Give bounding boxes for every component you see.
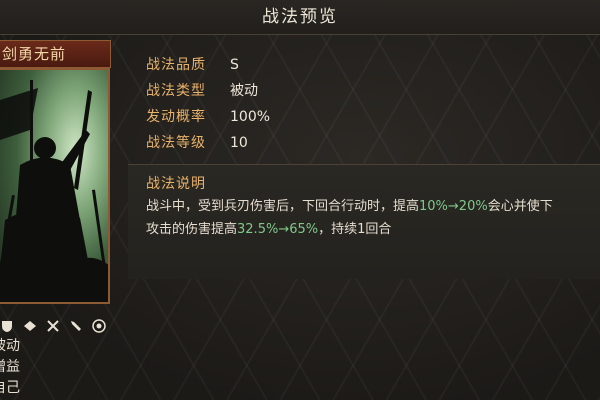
description-text: 战斗中，受到兵刃伤害后，下回合行动时，提高10%→20%会心并使下 攻击的伤害提… bbox=[146, 195, 600, 241]
skill-card-art bbox=[0, 68, 110, 304]
stat-value: S bbox=[230, 57, 239, 73]
description-text-segment: 攻击的伤害提高 bbox=[146, 222, 238, 237]
stat-row-probability: 发动概率 100% bbox=[130, 104, 590, 130]
stat-row-quality: 战法品质 S bbox=[130, 52, 590, 78]
stat-row-level: 战法等级 10 bbox=[130, 130, 590, 156]
description-heading: 战法说明 bbox=[146, 176, 206, 192]
description-text-segment: ，持续1回合 bbox=[318, 222, 392, 237]
arrow-icon bbox=[23, 319, 37, 333]
card-info-target: 自己 bbox=[0, 380, 20, 396]
description-line: 攻击的伤害提高32.5%→65%，持续1回合 bbox=[146, 218, 600, 241]
stat-value: 100% bbox=[230, 109, 271, 125]
stat-value: 被动 bbox=[230, 83, 258, 99]
description-panel: 战法说明 战斗中，受到兵刃伤害后，下回合行动时，提高10%→20%会心并使下 攻… bbox=[128, 164, 600, 279]
card-info-effect: 增益 bbox=[0, 359, 20, 375]
description-highlight: 32.5%→65% bbox=[237, 222, 319, 237]
description-highlight: 10%→20% bbox=[419, 199, 488, 214]
target-icon bbox=[92, 319, 106, 333]
spear-icon bbox=[69, 319, 83, 333]
page-title: 战法预览 bbox=[0, 0, 600, 35]
description-text-segment: 会心并使下 bbox=[487, 199, 553, 214]
stat-row-type: 战法类型 被动 bbox=[130, 78, 590, 104]
card-info-type: 被动 bbox=[0, 338, 20, 354]
stat-label: 战法类型 bbox=[146, 83, 206, 99]
skill-stats: 战法品质 S 战法类型 被动 发动概率 100% 战法等级 10 bbox=[130, 52, 590, 156]
skill-card-info: 被动 增益 自己 bbox=[0, 336, 60, 399]
stat-label: 战法品质 bbox=[146, 57, 206, 73]
stat-label: 发动概率 bbox=[146, 109, 206, 125]
stat-label: 战法等级 bbox=[146, 135, 206, 151]
skill-tag-icons bbox=[0, 318, 110, 334]
crossed-swords-icon bbox=[46, 319, 60, 333]
description-line: 战斗中，受到兵刃伤害后，下回合行动时，提高10%→20%会心并使下 bbox=[146, 195, 600, 218]
description-text-segment: 战斗中，受到兵刃伤害后，下回合行动时，提高 bbox=[146, 199, 420, 214]
stat-value: 10 bbox=[230, 135, 248, 151]
skill-card-name: 剑勇无前 bbox=[0, 40, 111, 68]
warrior-silhouette-icon bbox=[0, 80, 108, 302]
shield-icon bbox=[0, 319, 14, 333]
